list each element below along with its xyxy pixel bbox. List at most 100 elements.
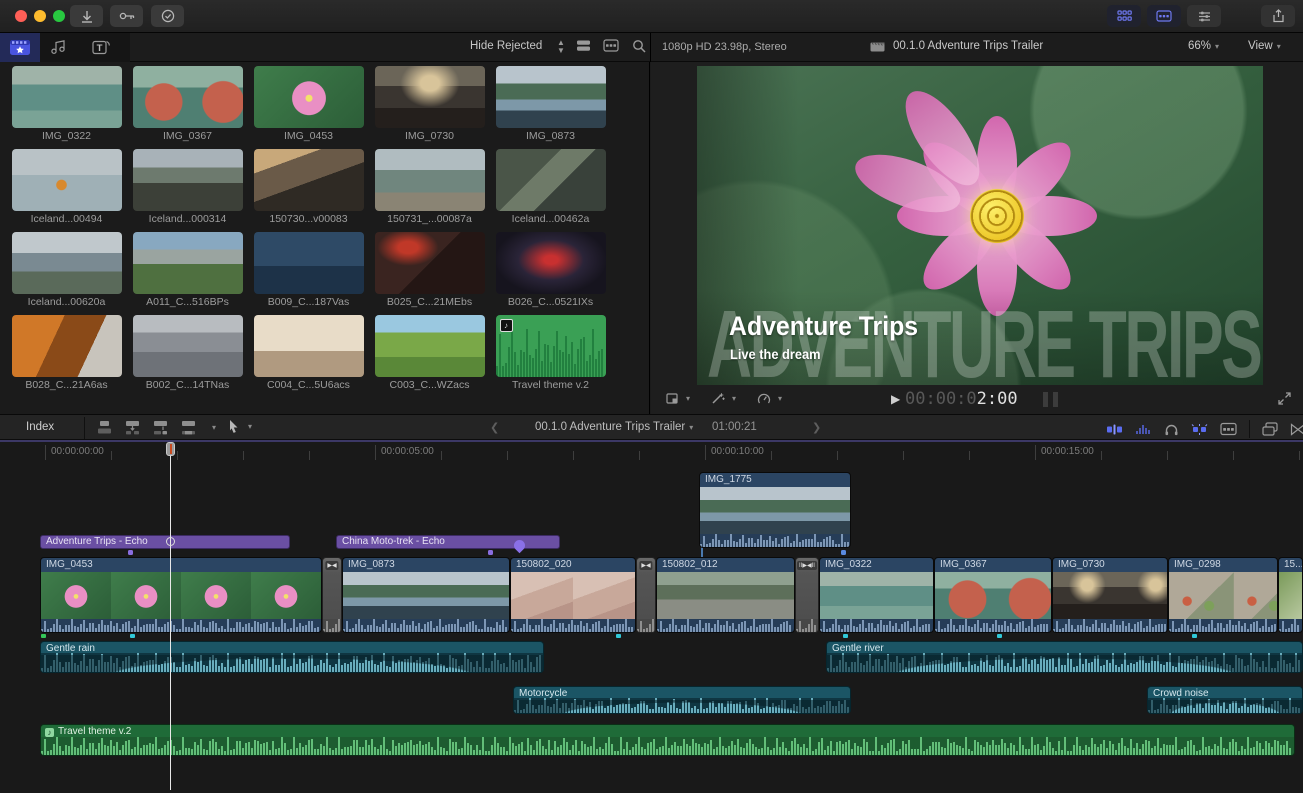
browser-clip[interactable]: A011_C...516BPs	[127, 232, 248, 315]
browser-clip[interactable]: 150730...v00083	[248, 149, 369, 232]
browser-clip[interactable]: B028_C...21A6as	[6, 315, 127, 398]
close-window-button[interactable]	[15, 10, 27, 22]
clip-appearance-icon[interactable]	[576, 39, 591, 52]
edit-options-chevron-icon[interactable]: ▾	[212, 423, 216, 432]
insert-edit-icon[interactable]	[124, 420, 141, 435]
effects-browser-icon[interactable]	[1262, 422, 1278, 436]
connected-clip[interactable]: IMG_1775	[699, 472, 851, 548]
storyline-clip[interactable]: 150802_012	[656, 557, 795, 633]
play-button[interactable]: ▶	[891, 392, 900, 406]
clip-thumbnail[interactable]	[254, 315, 364, 377]
clip-marker[interactable]	[128, 550, 133, 555]
import-media-button[interactable]	[70, 5, 103, 27]
crop-transform-menu[interactable]: ▾	[665, 392, 690, 405]
browser-clip[interactable]: IMG_0322	[6, 66, 127, 149]
index-button[interactable]: Index	[18, 419, 62, 435]
clip-thumbnail[interactable]	[496, 66, 606, 128]
clip-appearance-icon[interactable]	[1220, 422, 1237, 436]
clip-thumbnail[interactable]	[254, 149, 364, 211]
clip-marker[interactable]	[841, 550, 846, 555]
storyline-clip[interactable]: IMG_0298	[1168, 557, 1278, 633]
timeline-toggle-button[interactable]	[1147, 5, 1181, 27]
share-button[interactable]	[1261, 5, 1295, 27]
clip-thumbnail[interactable]	[133, 232, 243, 294]
browser-clip[interactable]: B002_C...14TNas	[127, 315, 248, 398]
audio-clip[interactable]: Gentle rain	[40, 641, 544, 673]
clip-thumbnail[interactable]	[12, 149, 122, 211]
playhead[interactable]	[170, 442, 171, 790]
search-icon[interactable]	[632, 39, 646, 53]
timeline-project-selector[interactable]: 00.1.0 Adventure Trips Trailer▾	[535, 421, 693, 433]
browser-clip[interactable]: Iceland...000314	[127, 149, 248, 232]
clip-thumbnail[interactable]	[375, 315, 485, 377]
viewer-zoom-selector[interactable]: 66%▾	[1188, 40, 1219, 52]
transition-clip[interactable]: ▶◀	[636, 557, 656, 633]
previous-project-arrow[interactable]: ❮	[490, 421, 499, 434]
title-clip[interactable]: China Moto-trek - Echo	[336, 535, 560, 549]
clip-thumbnail[interactable]	[375, 232, 485, 294]
clip-thumbnail[interactable]	[254, 66, 364, 128]
filmstrip-view-icon[interactable]	[603, 39, 619, 52]
viewer-view-menu[interactable]: View▾	[1248, 40, 1281, 52]
browser-clip[interactable]: Iceland...00462a	[490, 149, 611, 232]
title-clip[interactable]: Adventure Trips - Echo	[40, 535, 290, 549]
browser-clip[interactable]: B009_C...187Vas	[248, 232, 369, 315]
playhead-handle[interactable]	[166, 442, 175, 456]
solo-headphones-icon[interactable]	[1164, 423, 1179, 436]
browser-clip[interactable]: C003_C...WZacs	[369, 315, 490, 398]
minimize-window-button[interactable]	[34, 10, 46, 22]
clip-thumbnail[interactable]	[133, 315, 243, 377]
sidebar-tab-photos-audio[interactable]	[40, 33, 80, 62]
storyline-clip[interactable]: IMG_0453	[40, 557, 322, 633]
snapping-icon[interactable]	[1191, 423, 1208, 436]
browser-clip[interactable]: B025_C...21MEbs	[369, 232, 490, 315]
clip-thumbnail[interactable]	[496, 232, 606, 294]
storyline-clip[interactable]: IMG_0873	[342, 557, 510, 633]
storyline-clip[interactable]: IMG_0367	[934, 557, 1052, 633]
storyline-clip[interactable]: IMG_0730	[1052, 557, 1168, 633]
overwrite-edit-icon[interactable]	[180, 420, 197, 435]
clip-thumbnail[interactable]	[133, 149, 243, 211]
music-clip[interactable]: ♪Travel theme v.2	[40, 724, 1295, 756]
transition-clip[interactable]: ▶◀	[322, 557, 342, 633]
browser-clip[interactable]: Iceland...00620a	[6, 232, 127, 315]
audio-clip[interactable]: Crowd noise	[1147, 686, 1303, 714]
audio-clip[interactable]: Gentle river	[826, 641, 1303, 673]
trim-overlay-icon[interactable]	[1106, 423, 1123, 436]
clip-thumbnail[interactable]	[12, 66, 122, 128]
background-tasks-button[interactable]	[151, 5, 184, 27]
timeline-ruler[interactable]: 00:00:00:0000:00:05:0000:00:10:0000:00:1…	[0, 442, 1303, 462]
clip-thumbnail[interactable]	[496, 149, 606, 211]
browser-clip[interactable]: Iceland...00494	[6, 149, 127, 232]
audio-clip[interactable]: Motorcycle	[513, 686, 851, 714]
transition-clip[interactable]: II▶◀II	[795, 557, 819, 633]
storyline-clip[interactable]: 15...	[1278, 557, 1303, 633]
next-project-arrow[interactable]: ❯	[812, 421, 821, 434]
filter-selector[interactable]: Hide Rejected	[470, 40, 542, 52]
audio-skimming-icon[interactable]	[1135, 423, 1152, 436]
browser-clip[interactable]: IMG_0367	[127, 66, 248, 149]
clip-thumbnail[interactable]	[254, 232, 364, 294]
title-clip-keyframe-handle[interactable]	[166, 537, 175, 546]
tool-selector[interactable]: ▾	[228, 419, 252, 433]
clip-thumbnail[interactable]	[12, 232, 122, 294]
browser-clip[interactable]: 150731_...00087a	[369, 149, 490, 232]
clip-thumbnail[interactable]	[133, 66, 243, 128]
storyline-clip[interactable]: 150802_020	[510, 557, 636, 633]
clip-thumbnail[interactable]	[12, 315, 122, 377]
fullscreen-icon[interactable]	[1278, 392, 1291, 405]
sidebar-tab-titles-generators[interactable]: T	[80, 33, 120, 62]
clip-thumbnail[interactable]: ♪	[496, 315, 606, 377]
enhancements-menu[interactable]: ▾	[711, 392, 736, 405]
browser-clip[interactable]: IMG_0453	[248, 66, 369, 149]
append-edit-icon[interactable]	[152, 420, 169, 435]
browser-clip[interactable]: IMG_0730	[369, 66, 490, 149]
clip-thumbnail[interactable]	[375, 66, 485, 128]
inspector-toggle-button[interactable]	[1187, 5, 1221, 27]
browser-clip[interactable]: IMG_0873	[490, 66, 611, 149]
keyword-editor-button[interactable]	[110, 5, 143, 27]
clip-thumbnail[interactable]	[375, 149, 485, 211]
zoom-window-button[interactable]	[53, 10, 65, 22]
browser-clip[interactable]: B026_C...0521IXs	[490, 232, 611, 315]
storyline-clip[interactable]: IMG_0322	[819, 557, 934, 633]
